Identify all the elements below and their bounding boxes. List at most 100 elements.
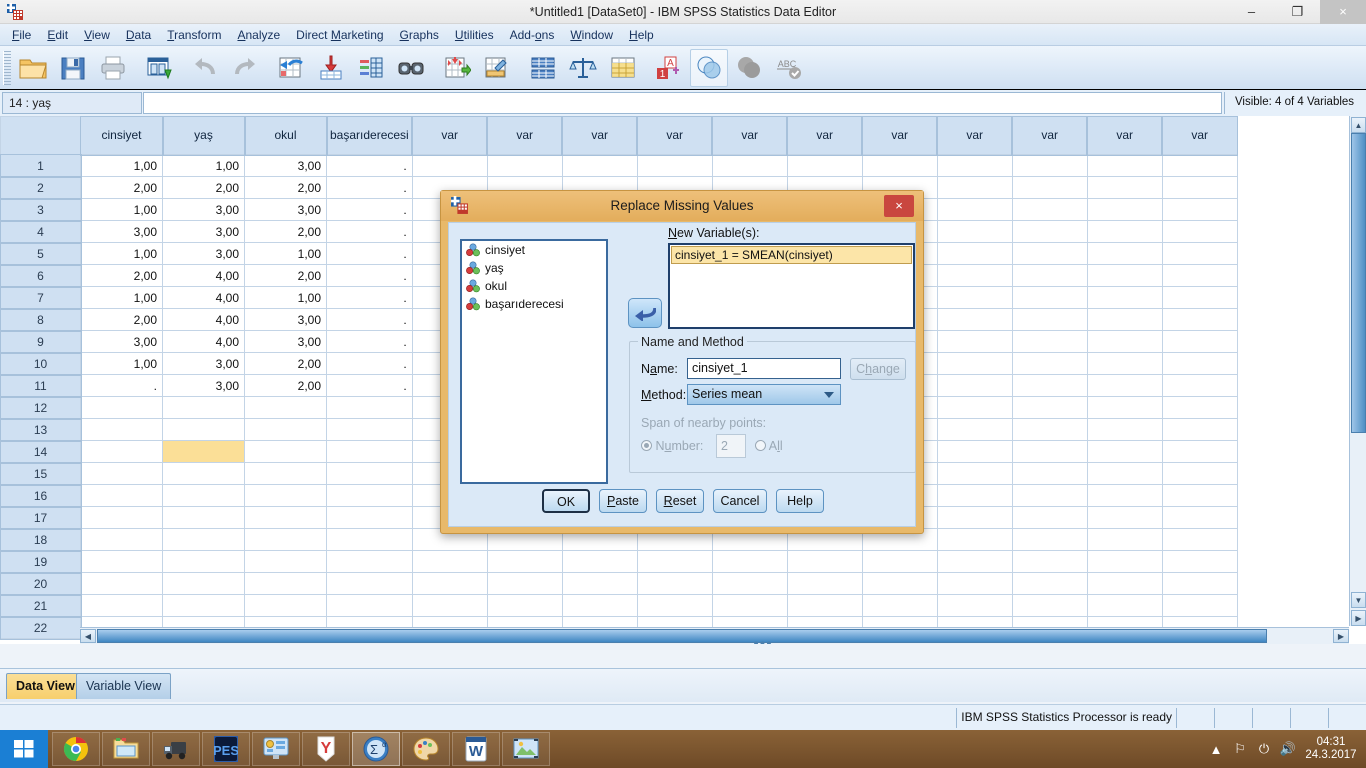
data-cell-placeholder[interactable] <box>1011 176 1088 199</box>
data-cell-placeholder[interactable] <box>936 352 1013 375</box>
row-header[interactable]: 12 <box>0 395 82 420</box>
row-header[interactable]: 9 <box>0 329 82 354</box>
data-cell-placeholder[interactable] <box>1161 374 1238 397</box>
column-header-placeholder[interactable]: var <box>561 116 639 156</box>
row-header[interactable]: 18 <box>0 527 82 552</box>
data-cell-placeholder[interactable] <box>636 550 713 573</box>
table-row[interactable]: 1 1,00 1,00 3,00. <box>0 153 1238 178</box>
name-input[interactable]: cinsiyet_1 <box>687 358 841 379</box>
data-cell[interactable]: 3,00 <box>244 198 327 221</box>
data-cell-placeholder[interactable] <box>561 572 638 595</box>
data-cell[interactable] <box>244 528 327 551</box>
data-cell-placeholder[interactable] <box>861 154 938 177</box>
cell-value-input[interactable] <box>143 92 1222 114</box>
data-cell-placeholder[interactable] <box>1086 154 1163 177</box>
insert-variable-icon[interactable] <box>478 49 516 87</box>
data-cell-placeholder[interactable] <box>1086 286 1163 309</box>
variables-icon[interactable] <box>352 49 390 87</box>
data-cell[interactable] <box>244 462 327 485</box>
data-cell-placeholder[interactable] <box>861 594 938 617</box>
data-cell[interactable]: 3,00 <box>162 220 245 243</box>
row-header[interactable]: 13 <box>0 417 82 442</box>
data-cell-placeholder[interactable] <box>1086 528 1163 551</box>
data-cell[interactable]: . <box>326 198 413 221</box>
table-row[interactable]: 19 <box>0 549 1238 574</box>
row-header[interactable]: 1 <box>0 153 82 178</box>
data-cell-placeholder[interactable] <box>1161 418 1238 441</box>
data-cell-placeholder[interactable] <box>1086 330 1163 353</box>
data-cell-placeholder[interactable] <box>636 572 713 595</box>
column-header-başarıderecesi[interactable]: başarıderecesi <box>325 116 414 156</box>
data-cell[interactable] <box>162 550 245 573</box>
data-cell[interactable]: 1,00 <box>80 286 163 309</box>
data-cell-placeholder[interactable] <box>936 198 1013 221</box>
row-header[interactable]: 11 <box>0 373 82 398</box>
menu-item-edit[interactable]: Edit <box>39 25 76 45</box>
data-cell[interactable] <box>244 396 327 419</box>
row-header[interactable]: 17 <box>0 505 82 530</box>
taskbar-file-explorer-icon[interactable] <box>102 732 150 766</box>
data-cell-placeholder[interactable] <box>711 154 788 177</box>
horizontal-scroll-thumb[interactable] <box>97 629 1267 643</box>
data-cell[interactable]: 3,00 <box>80 220 163 243</box>
data-cell[interactable] <box>162 440 245 463</box>
data-cell[interactable]: . <box>326 264 413 287</box>
data-cell-placeholder[interactable] <box>1011 242 1088 265</box>
data-cell-placeholder[interactable] <box>1161 594 1238 617</box>
tab-data-view[interactable]: Data View <box>6 673 85 699</box>
data-cell-placeholder[interactable] <box>1011 396 1088 419</box>
data-cell-placeholder[interactable] <box>1086 594 1163 617</box>
split-grip[interactable]: ●●● <box>752 638 774 644</box>
menu-item-add-ons[interactable]: Add-ons <box>502 25 563 45</box>
taskbar-control-panel-icon[interactable] <box>252 732 300 766</box>
data-cell-placeholder[interactable] <box>936 308 1013 331</box>
column-header-placeholder[interactable]: var <box>636 116 714 156</box>
data-cell[interactable] <box>326 462 413 485</box>
taskbar-word-icon[interactable]: W <box>452 732 500 766</box>
new-variable-item[interactable]: cinsiyet_1 = SMEAN(cinsiyet) <box>671 246 912 264</box>
menu-item-file[interactable]: File <box>4 25 39 45</box>
data-cell-placeholder[interactable] <box>936 264 1013 287</box>
menu-item-window[interactable]: Window <box>562 25 621 45</box>
data-cell-placeholder[interactable] <box>636 594 713 617</box>
value-labels-icon[interactable]: A 1 <box>650 49 688 87</box>
data-cell[interactable]: 4,00 <box>162 264 245 287</box>
column-header-placeholder[interactable]: var <box>1011 116 1089 156</box>
data-cell-placeholder[interactable] <box>936 462 1013 485</box>
cell-reference[interactable]: 14 : yaş <box>2 92 142 114</box>
insert-case-icon[interactable] <box>438 49 476 87</box>
data-cell[interactable] <box>326 440 413 463</box>
row-header[interactable]: 22 <box>0 615 82 640</box>
goto-variable-icon[interactable] <box>312 49 350 87</box>
data-cell-placeholder[interactable] <box>1011 506 1088 529</box>
menu-item-analyze[interactable]: Analyze <box>229 25 288 45</box>
data-cell-placeholder[interactable] <box>561 154 638 177</box>
data-cell[interactable] <box>326 418 413 441</box>
data-cell[interactable]: 3,00 <box>162 242 245 265</box>
data-cell-placeholder[interactable] <box>936 374 1013 397</box>
data-cell[interactable]: 1,00 <box>80 154 163 177</box>
row-header[interactable]: 5 <box>0 241 82 266</box>
data-cell-placeholder[interactable] <box>861 550 938 573</box>
data-cell[interactable] <box>244 484 327 507</box>
scroll-down-arrow[interactable]: ▼ <box>1351 592 1366 608</box>
data-cell-placeholder[interactable] <box>1011 352 1088 375</box>
data-cell-placeholder[interactable] <box>1011 594 1088 617</box>
data-cell-placeholder[interactable] <box>411 550 488 573</box>
row-header[interactable]: 7 <box>0 285 82 310</box>
new-variables-list[interactable]: cinsiyet_1 = SMEAN(cinsiyet) <box>668 243 915 329</box>
data-cell-placeholder[interactable] <box>486 572 563 595</box>
data-cell-placeholder[interactable] <box>1086 396 1163 419</box>
row-header[interactable]: 10 <box>0 351 82 376</box>
data-cell-placeholder[interactable] <box>486 594 563 617</box>
data-cell[interactable]: 1,00 <box>244 286 327 309</box>
scroll-right-arrow[interactable]: ▶ <box>1333 629 1349 643</box>
data-cell-placeholder[interactable] <box>1011 572 1088 595</box>
data-cell-placeholder[interactable] <box>1086 506 1163 529</box>
split-file-icon[interactable] <box>524 49 562 87</box>
data-cell-placeholder[interactable] <box>1011 308 1088 331</box>
column-header-placeholder[interactable]: var <box>1161 116 1239 156</box>
data-cell-placeholder[interactable] <box>936 550 1013 573</box>
data-cell-placeholder[interactable] <box>1161 572 1238 595</box>
data-cell-placeholder[interactable] <box>1011 528 1088 551</box>
